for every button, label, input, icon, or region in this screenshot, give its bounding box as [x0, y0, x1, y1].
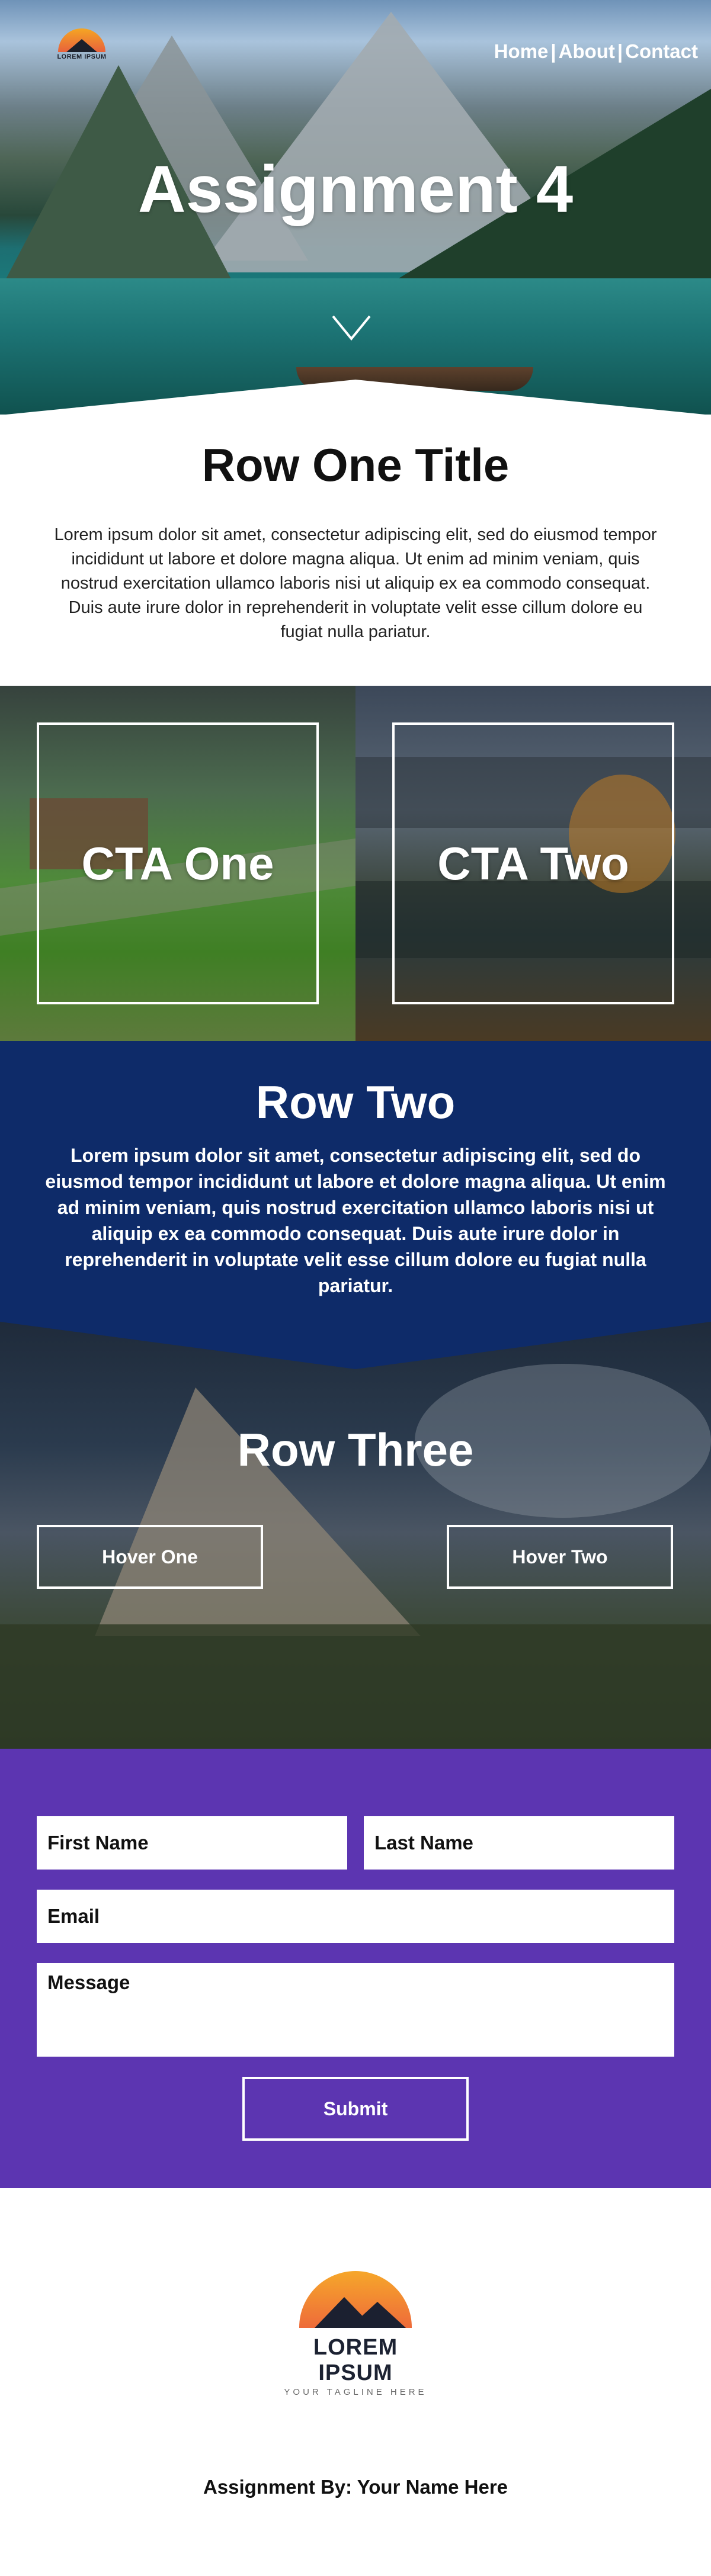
email-field[interactable]	[37, 1890, 674, 1943]
contact-form-section: Submit	[0, 1749, 711, 2188]
hero-section: LOREM IPSUM Home | About | Contact Assignmen…	[0, 0, 711, 415]
logo-mountain-icon	[58, 28, 105, 52]
row-one-body: Lorem ipsum dolor sit amet, consectetur …	[54, 525, 657, 641]
nav-about-link[interactable]: About	[559, 40, 615, 62]
assignment-credit: Assignment By: Your Name Here	[203, 2476, 508, 2498]
row-three-foothills	[0, 1624, 711, 1749]
cta-one-frame: CTA One	[37, 722, 319, 1004]
cta-two-frame: CTA Two	[392, 722, 674, 1004]
nav-separator: |	[617, 40, 623, 62]
row-two-body: Lorem ipsum dolor sit amet, consectetur …	[45, 1145, 666, 1296]
message-row	[37, 1963, 674, 2057]
row-two-section: Row Two Lorem ipsum dolor sit amet, cons…	[0, 1041, 711, 1316]
header-logo[interactable]: LOREM IPSUM	[46, 28, 117, 60]
hero-bottom-divider	[6, 380, 705, 415]
row-two-title: Row Two	[255, 1076, 456, 1128]
nav-contact-link[interactable]: Contact	[625, 40, 698, 62]
nav-separator: |	[550, 40, 556, 62]
name-row	[37, 1816, 674, 1870]
row-two-bottom-divider	[0, 1316, 711, 1369]
main-nav: Home | About | Contact	[494, 40, 698, 63]
hover-one-button[interactable]: Hover One	[37, 1525, 263, 1589]
cta-two-label: CTA Two	[437, 837, 629, 889]
chevron-down-icon[interactable]	[331, 313, 372, 342]
footer-logo-tagline: YOUR TAGLINE HERE	[284, 2387, 427, 2397]
cta-one-tile[interactable]: CTA One	[0, 686, 356, 1041]
message-field[interactable]	[37, 1963, 674, 2057]
row-one-title: Row One Title	[201, 439, 510, 491]
nav-home-link[interactable]: Home	[494, 40, 549, 62]
cta-two-tile[interactable]: CTA Two	[356, 686, 711, 1041]
first-name-field[interactable]	[37, 1816, 347, 1870]
row-one-section: Row One Title Lorem ipsum dolor sit amet…	[0, 415, 711, 686]
email-row	[37, 1890, 674, 1943]
hover-two-button[interactable]: Hover Two	[447, 1525, 673, 1589]
header-logo-text: LOREM IPSUM	[57, 53, 107, 60]
footer-logo[interactable]: LOREM IPSUM YOUR TAGLINE HERE	[278, 2271, 433, 2397]
cta-one-label: CTA One	[81, 837, 274, 889]
row-three-title: Row Three	[237, 1424, 474, 1476]
logo-mountain-icon	[299, 2271, 412, 2328]
footer-logo-name: LOREM IPSUM	[313, 2335, 398, 2385]
page-title: Assignment 4	[137, 152, 574, 226]
cta-row: CTA One CTA Two	[0, 686, 711, 1041]
contact-form: Submit	[37, 1816, 674, 2141]
submit-button[interactable]: Submit	[242, 2077, 469, 2141]
footer: LOREM IPSUM YOUR TAGLINE HERE Assignment…	[0, 2188, 711, 2561]
last-name-field[interactable]	[364, 1816, 674, 1870]
row-three-section: Row Three Hover One Hover Two	[0, 1316, 711, 1749]
